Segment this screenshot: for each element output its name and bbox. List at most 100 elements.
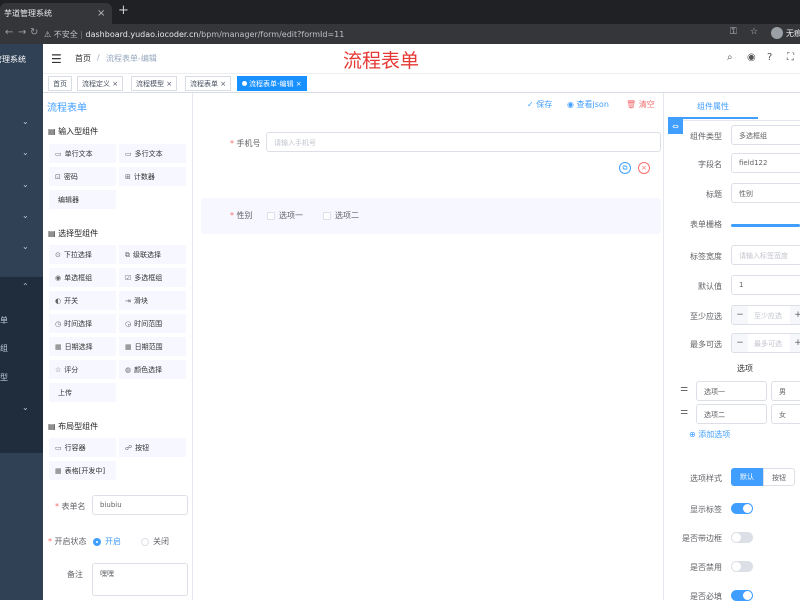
type-select[interactable]: 多选框组 <box>731 125 800 145</box>
component-checkbox[interactable]: ☑ 多选框组 <box>119 268 186 287</box>
browser-toolbar: ← → ↻ ⚠ 不安全 | dashboard.yudao.iocoder.cn… <box>0 24 800 44</box>
component-color[interactable]: ◍ 颜色选择 <box>119 360 186 379</box>
tab-underline <box>668 120 800 121</box>
component-password[interactable]: ⊡ 密码 <box>49 167 116 186</box>
phone-input[interactable]: 请输入手机号 <box>266 132 661 152</box>
chevron-up-icon[interactable]: ⌃ <box>22 282 29 291</box>
border-switch[interactable] <box>731 532 753 543</box>
component-button[interactable]: ☍ 按钮 <box>119 438 186 457</box>
list-icon: ▤ <box>48 422 59 431</box>
component-cascader[interactable]: ⧉ 级联选择 <box>119 245 186 264</box>
component-upload[interactable]: 上传 <box>49 383 116 402</box>
clear-button[interactable]: 🗑 清空 <box>626 99 655 110</box>
label-width-input[interactable]: 请输入标签宽度 <box>731 245 800 265</box>
tab-component-props[interactable]: 组件属性 <box>668 93 758 119</box>
properties-panel: 组件属性 ⇔ 组件类型 多选框组 字段名 field122 标题 性别 表单栅格… <box>668 93 800 601</box>
option-checkbox-1[interactable]: 选项一 <box>267 210 303 221</box>
add-option-button[interactable]: ⊕ 添加选项 <box>689 429 730 440</box>
remark-textarea[interactable]: 嘿嘿 <box>92 563 188 596</box>
title-input[interactable]: 性别 <box>731 183 800 203</box>
grid-slider[interactable] <box>731 224 800 227</box>
breadcrumb-home[interactable]: 首页 <box>75 53 91 64</box>
chevron-down-icon[interactable]: ⌄ <box>22 242 29 251</box>
component-row[interactable]: ▭ 行容器 <box>49 438 116 457</box>
tag-process-model[interactable]: 流程模型 × <box>131 76 178 91</box>
option-checkbox-2[interactable]: 选项二 <box>323 210 359 221</box>
status-on-radio[interactable]: 开启 <box>93 536 121 547</box>
default-input[interactable]: 1 <box>731 275 800 295</box>
reload-icon[interactable]: ↻ <box>30 27 38 38</box>
option-label-input[interactable]: 选项二 <box>696 404 767 424</box>
component-date[interactable]: ▦ 日期选择 <box>49 337 116 356</box>
component-date-range[interactable]: ▦ 日期范围 <box>119 337 186 356</box>
option-label-input[interactable]: 选项一 <box>696 381 767 401</box>
search-icon[interactable]: ⌕ <box>727 52 733 63</box>
browser-tab[interactable]: 芋道管理系统 × <box>0 3 112 24</box>
status-off-radio[interactable]: 关闭 <box>141 536 169 547</box>
field-input[interactable]: field122 <box>731 153 800 173</box>
save-button[interactable]: ✓ 保存 <box>527 99 552 110</box>
drag-handle-icon[interactable]: ⚌ <box>680 407 688 417</box>
tag-process-form[interactable]: 流程表单 × <box>185 76 232 91</box>
close-icon[interactable]: × <box>112 80 118 88</box>
button-icon: ☍ <box>125 444 133 452</box>
component-select[interactable]: ⊙ 下拉选择 <box>49 245 116 264</box>
chevron-down-icon[interactable]: ⌄ <box>22 148 29 157</box>
back-icon[interactable]: ← <box>5 27 13 38</box>
fullscreen-icon[interactable]: ⛶ <box>787 52 794 63</box>
tab-close-icon[interactable]: × <box>97 8 105 19</box>
component-rate[interactable]: ☆ 评分 <box>49 360 116 379</box>
tag-label: 流程表单 <box>190 80 218 88</box>
show-label-switch[interactable] <box>731 503 753 514</box>
option-value-input[interactable]: 女 <box>771 404 800 424</box>
component-table[interactable]: ▦ 表格[开发中] <box>49 461 116 480</box>
hamburger-icon[interactable]: ☰ <box>51 52 62 66</box>
chevron-down-icon[interactable]: ⌄ <box>22 180 29 189</box>
star-icon[interactable]: ☆ <box>750 27 758 37</box>
max-stepper[interactable]: −最多可选+ <box>731 333 800 353</box>
component-slider[interactable]: ⇥ 滑块 <box>119 291 186 310</box>
sidebar-item-model[interactable]: 流程模型 <box>0 372 8 383</box>
close-icon[interactable]: × <box>296 80 302 88</box>
tag-process-def[interactable]: 流程定义 × <box>77 76 124 91</box>
component-time-range[interactable]: ◶ 时间范围 <box>119 314 186 333</box>
component-switch[interactable]: ◐ 开关 <box>49 291 116 310</box>
list-icon: ▤ <box>48 229 59 238</box>
chevron-down-icon[interactable]: ⌄ <box>22 117 29 126</box>
form-name-input[interactable]: biubiu <box>92 495 188 515</box>
component-input[interactable]: ▭ 单行文本 <box>49 144 116 163</box>
style-button-button[interactable]: 按钮 <box>763 468 795 486</box>
incognito-avatar[interactable] <box>771 27 783 39</box>
view-json-button[interactable]: ◉ 查看json <box>567 99 609 110</box>
component-time[interactable]: ◷ 时间选择 <box>49 314 116 333</box>
sidebar-item-group[interactable]: 用户分组 <box>0 343 8 354</box>
key-icon[interactable]: ⚿ <box>730 27 737 37</box>
new-tab-icon[interactable]: + <box>118 3 129 18</box>
link-icon[interactable]: ⇔ <box>668 119 683 134</box>
chevron-down-icon[interactable]: ⌄ <box>22 403 29 412</box>
component-editor[interactable]: 编辑器 <box>49 190 116 209</box>
chevron-down-icon[interactable]: ⌄ <box>22 211 29 220</box>
option-value-input[interactable]: 男 <box>771 381 800 401</box>
github-icon[interactable]: ◉ <box>747 52 756 63</box>
drag-handle-icon[interactable]: ⚌ <box>680 384 688 394</box>
component-radio[interactable]: ◉ 单选框组 <box>49 268 116 287</box>
min-stepper[interactable]: −至少应选+ <box>731 305 800 325</box>
delete-icon[interactable]: × <box>638 162 650 174</box>
tag-form-edit[interactable]: 流程表单-编辑 × <box>237 76 307 91</box>
close-icon[interactable]: × <box>220 80 226 88</box>
address-bar[interactable]: ⚠ 不安全 | dashboard.yudao.iocoder.cn/bpm/m… <box>44 26 774 42</box>
style-default-button[interactable]: 默认 <box>731 468 763 486</box>
forward-icon[interactable]: → <box>18 27 26 38</box>
sidebar-item-form[interactable]: 流程表单 <box>0 315 8 326</box>
disabled-switch[interactable] <box>731 561 753 572</box>
component-textarea[interactable]: ▭ 多行文本 <box>119 144 186 163</box>
profile-label[interactable]: 无痕 <box>786 28 800 39</box>
close-icon[interactable]: × <box>166 80 172 88</box>
help-icon[interactable]: ? <box>767 52 772 63</box>
copy-icon[interactable]: ⧉ <box>619 162 631 174</box>
required-switch[interactable] <box>731 590 753 601</box>
number-icon: ⊞ <box>125 173 131 181</box>
tag-home[interactable]: 首页 <box>48 76 72 91</box>
component-number[interactable]: ⊞ 计数器 <box>119 167 186 186</box>
